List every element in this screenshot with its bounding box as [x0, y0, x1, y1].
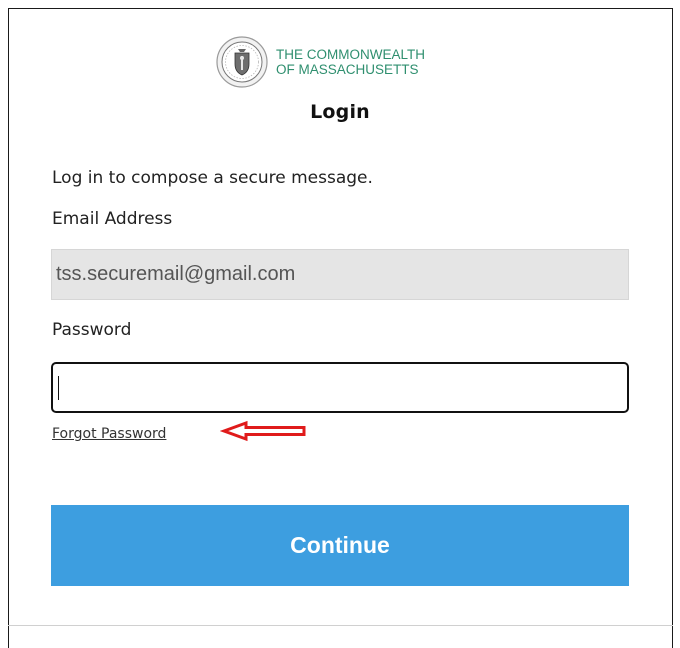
- password-field[interactable]: [51, 362, 629, 413]
- brand-header: THE COMMONWEALTH OF MASSACHUSETTS: [216, 36, 425, 88]
- brand-line-1: THE COMMONWEALTH: [276, 47, 425, 62]
- brand-name: THE COMMONWEALTH OF MASSACHUSETTS: [276, 47, 425, 77]
- red-arrow-icon: [220, 420, 306, 442]
- forgot-password-link[interactable]: Forgot Password: [52, 426, 166, 442]
- email-value: tss.securemail@gmail.com: [56, 263, 296, 285]
- divider: [8, 625, 673, 626]
- brand-line-2: OF MASSACHUSETTS: [276, 62, 419, 77]
- massachusetts-seal-icon: [216, 36, 268, 88]
- intro-text: Log in to compose a secure message.: [52, 168, 373, 188]
- email-field[interactable]: tss.securemail@gmail.com: [51, 249, 629, 300]
- page-title: Login: [310, 101, 370, 123]
- email-label: Email Address: [52, 209, 173, 229]
- continue-button[interactable]: Continue: [51, 505, 629, 586]
- text-cursor: [58, 376, 59, 400]
- password-label: Password: [52, 320, 132, 340]
